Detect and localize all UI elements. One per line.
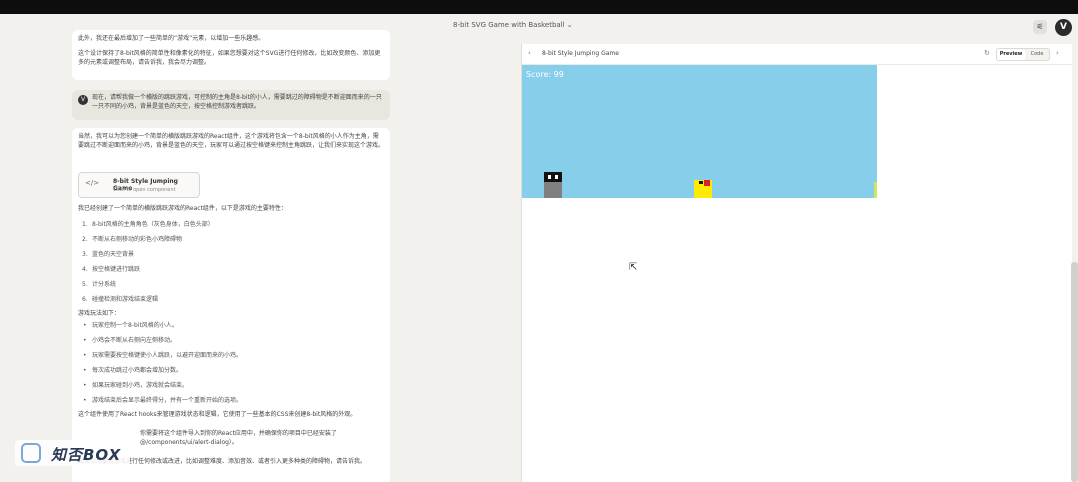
artifact-title: 8-bit Style Jumping Game (542, 50, 619, 57)
avatar[interactable]: V (1055, 19, 1072, 36)
watermark-logo: 知否BOX (15, 440, 130, 466)
assistant-message: 当然，我可以为您创建一个简单的横版跳跃游戏的React组件，这个游戏将包含一个8… (72, 128, 390, 482)
score-display: Score: 99 (526, 70, 564, 79)
code-tab[interactable]: Code (1025, 49, 1049, 60)
watermark-text: 知否BOX (51, 446, 122, 464)
back-arrow-icon[interactable]: ‹ (528, 49, 531, 57)
top-black-strip (0, 0, 1078, 14)
player-body (544, 182, 562, 198)
list-item: 5. 计分系统 (82, 281, 117, 288)
reply-intro: 当然，我可以为您创建一个简单的横版跳跃游戏的React组件，这个游戏将包含一个8… (78, 133, 385, 149)
reply-body: 我已经创建了一个简单的横版跳跃游戏的React组件，以下是游戏的主要特性： 1.… (78, 204, 384, 466)
open-component-button[interactable]: </> 8-bit Style Jumping Game Click to op… (78, 172, 200, 198)
incoming-obstacle (874, 182, 877, 198)
message-text: 这个设计保持了8-bit风格的简单性和像素化的特征，如果您想要对这个SVG进行任… (78, 50, 381, 66)
player-eye (555, 175, 558, 179)
player-head (544, 172, 562, 182)
tail-text: 这个组件使用了React hooks来管理游戏状态和逻辑，它使用了一些基本的CS… (78, 411, 357, 418)
assistant-message-previous: 此外，我还在最后增加了一些简单的“游戏”元素，以增加一些乐趣感。 这个设计保持了… (72, 30, 390, 80)
mouse-cursor-icon: ⇱ (629, 262, 638, 273)
list-item: 每次成功跳过小鸡都会增加分数。 (78, 363, 384, 378)
howto-list: 玩家控制一个8-bit风格的小人。 小鸡会不断从右侧向左侧移动。 玩家需要按空格… (78, 318, 384, 408)
list-item: 游戏结束后会显示最终得分，并有一个重新开始的选项。 (78, 393, 384, 408)
list-item: 玩家需要按空格键使小人跳跃，以避开迎面而来的小鸡。 (78, 348, 384, 363)
game-canvas[interactable]: Score: 99 (522, 65, 877, 198)
chick-beak (699, 181, 703, 184)
refresh-icon[interactable]: ↻ (984, 49, 990, 57)
user-message-text: 现在，请帮我做一个横版的跳跃游戏，可控制的主角是8-bit的小人，需要跳过的障碍… (92, 94, 382, 110)
component-subtitle: Click to open component (113, 187, 176, 193)
list-item: 玩家控制一个8-bit风格的小人。 (78, 318, 384, 333)
list-item: 小鸡会不断从右侧向左侧移动。 (78, 333, 384, 348)
preview-tab[interactable]: Preview (997, 49, 1025, 60)
after-component-text: 我已经创建了一个简单的横版跳跃游戏的React组件，以下是游戏的主要特性： (78, 205, 287, 212)
sliders-icon[interactable]: ⚟ (1033, 20, 1047, 34)
artifact-header: ‹ 8-bit Style Jumping Game ↻ Preview Cod… (522, 44, 1072, 65)
list-item: 如果玩家碰到小鸡，游戏就会结束。 (78, 378, 384, 393)
scrollbar[interactable] (1071, 262, 1078, 482)
close-panel-icon[interactable]: › (1056, 49, 1059, 57)
user-message: V 现在，请帮我做一个横版的跳跃游戏，可控制的主角是8-bit的小人，需要跳过的… (72, 90, 390, 120)
chat-column: 此外，我还在最后增加了一些简单的“游戏”元素，以增加一些乐趣感。 这个设计保持了… (72, 30, 390, 482)
list-item: 2. 不断从右侧移动的彩色小鸡障碍物 (82, 236, 183, 243)
list-item: 3. 蓝色的天空背景 (82, 251, 135, 258)
howto-title: 游戏玩法如下： (78, 310, 121, 317)
watermark-icon (21, 443, 41, 463)
list-item: 6. 碰撞检测和游戏结束逻辑 (82, 296, 159, 303)
user-badge: V (78, 95, 88, 105)
artifact-panel: ‹ 8-bit Style Jumping Game ↻ Preview Cod… (521, 44, 1072, 482)
chick-eye (704, 180, 710, 186)
player-character (544, 172, 562, 198)
view-toggle: Preview Code (996, 48, 1050, 61)
conversation-title[interactable]: 8-bit SVG Game with Basketball ⌄ (453, 21, 573, 29)
list-item: 1. 8-bit风格的主角角色（灰色身体，白色头部） (82, 221, 214, 228)
player-eye (548, 175, 551, 179)
message-text: 此外，我还在最后增加了一些简单的“游戏”元素，以增加一些乐趣感。 (78, 35, 265, 42)
feature-list: 1. 8-bit风格的主角角色（灰色身体，白色头部） 2. 不断从右侧移动的彩色小鸡… (78, 217, 384, 307)
code-icon: </> (85, 179, 100, 187)
list-item: 4. 按空格键进行跳跃 (82, 266, 141, 273)
chick-obstacle (694, 180, 712, 198)
